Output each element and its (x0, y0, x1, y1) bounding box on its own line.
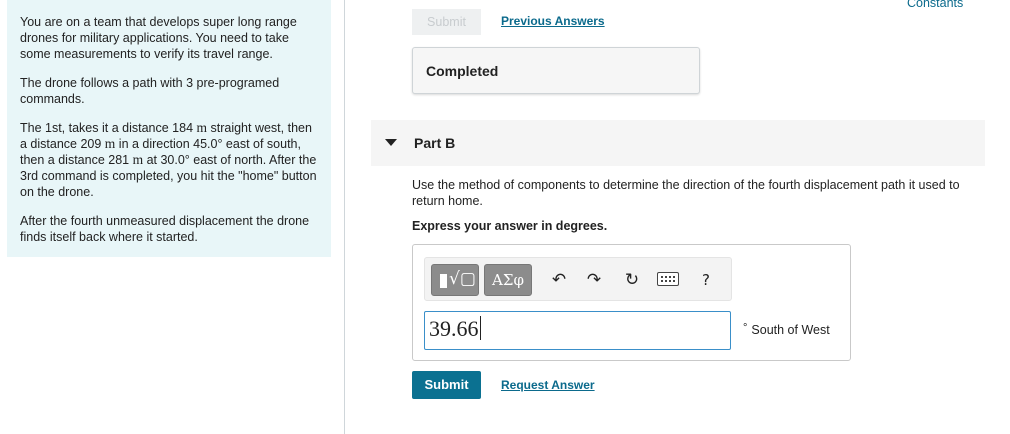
math-toolbar: √▢ ΑΣφ ↶ ↷ ↻ ? (424, 257, 732, 301)
problem-statement-panel: You are on a team that develops super lo… (7, 0, 331, 257)
answer-unit: ° South of West (743, 322, 830, 337)
path-text-1: The 1st, takes it a distance 184 (20, 121, 197, 135)
radical-glyph: √▢ (449, 269, 476, 289)
answer-input[interactable]: 39.66 (424, 311, 731, 350)
template-block-shape (440, 274, 447, 288)
previous-answers-link[interactable]: Previous Answers (501, 14, 605, 28)
part-b-title: Part B (414, 135, 456, 151)
completed-label: Completed (426, 63, 499, 79)
unit-m-2: m (104, 136, 116, 151)
problem-paragraph-path: The 1st, takes it a distance 184 m strai… (20, 120, 318, 200)
help-button[interactable]: ? (696, 270, 716, 290)
unit-m-3: m (132, 152, 144, 167)
unit-m-1: m (196, 120, 208, 135)
degree-symbol: ° (743, 322, 748, 334)
completed-status-box: Completed (412, 47, 700, 94)
part-b-header[interactable]: Part B (371, 120, 985, 166)
answer-area: √▢ ΑΣφ ↶ ↷ ↻ ? 39.66 ° South of West (412, 244, 851, 361)
collapse-triangle-icon[interactable] (385, 139, 397, 146)
redo-icon[interactable]: ↷ (584, 270, 604, 290)
symbols-button[interactable]: ΑΣφ (484, 264, 532, 296)
unit-label: South of West (751, 323, 830, 337)
problem-paragraph-intro: You are on a team that develops super lo… (20, 15, 297, 61)
text-caret (479, 316, 481, 340)
vertical-divider (344, 0, 345, 434)
answer-instruction: Express your answer in degrees. (412, 219, 608, 233)
keyboard-icon[interactable] (657, 272, 679, 286)
part-a-submit-button[interactable]: Submit (412, 9, 481, 35)
part-b-submit-button[interactable]: Submit (412, 371, 481, 399)
part-b-question: Use the method of components to determin… (412, 178, 960, 208)
templates-icon[interactable]: √▢ (431, 264, 479, 296)
reset-icon[interactable]: ↻ (622, 270, 642, 290)
problem-paragraph-return: After the fourth unmeasured displacement… (20, 214, 310, 244)
answer-value: 39.66 (429, 316, 479, 341)
problem-paragraph-commands: The drone follows a path with 3 pre-prog… (20, 76, 280, 106)
request-answer-link[interactable]: Request Answer (501, 378, 595, 392)
undo-icon[interactable]: ↶ (549, 270, 569, 290)
constants-link[interactable]: Constants (907, 0, 963, 10)
